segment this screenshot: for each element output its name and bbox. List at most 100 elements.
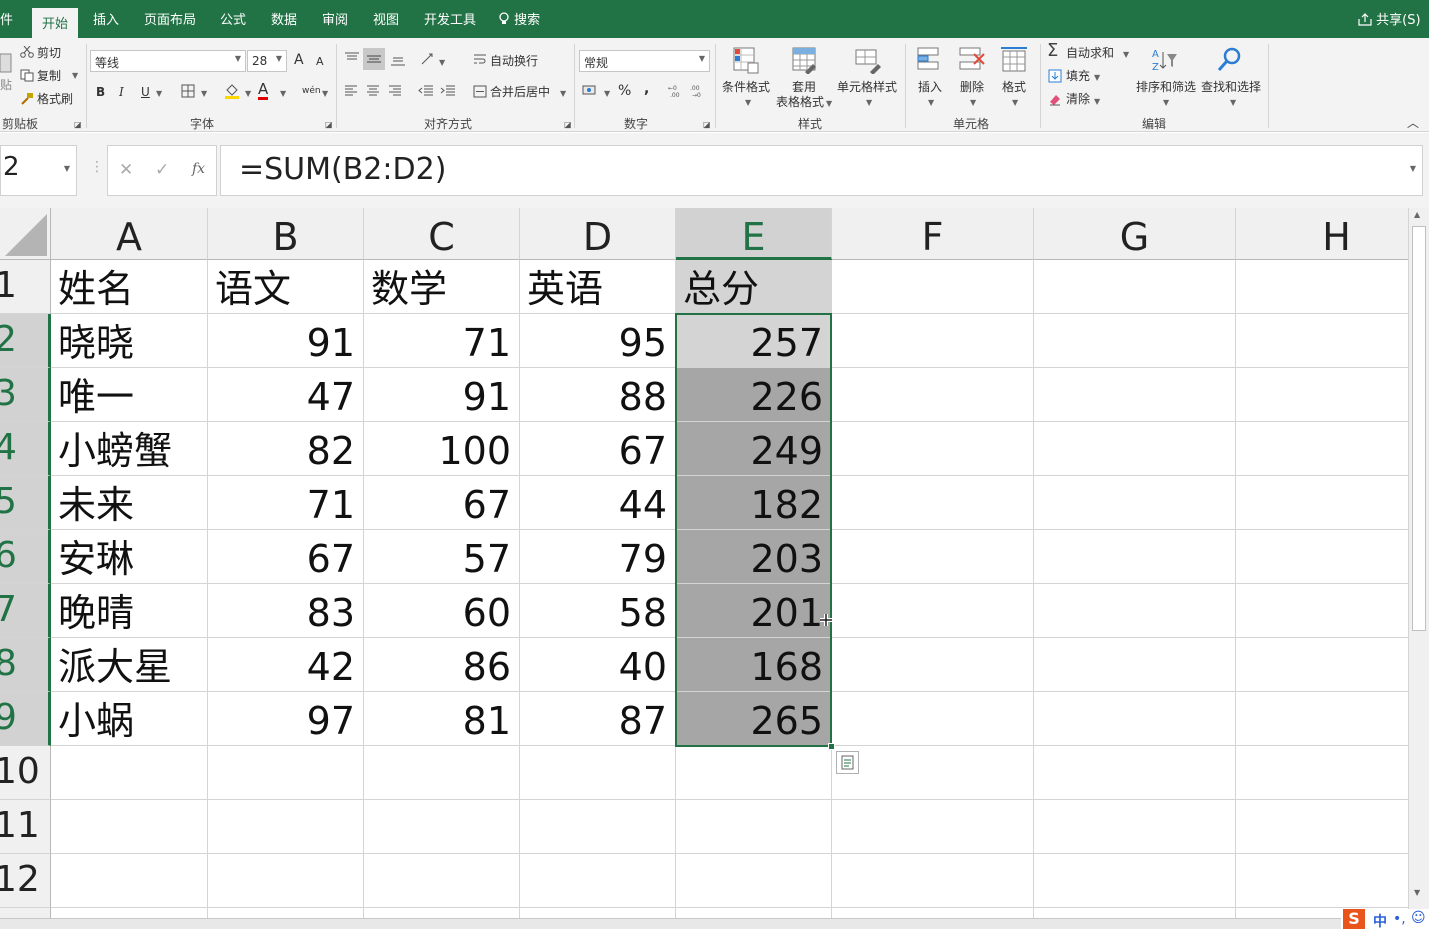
cell-math[interactable]: 60 — [364, 584, 520, 638]
expand-formula-icon[interactable]: ▼ — [1410, 164, 1416, 173]
empty-cell[interactable] — [832, 800, 1034, 854]
collapse-ribbon-icon[interactable]: ︿ — [1407, 116, 1419, 130]
row-header[interactable]: 6 — [0, 530, 51, 584]
cell-total[interactable]: 249 — [676, 422, 832, 476]
align-top-icon[interactable] — [344, 52, 360, 64]
empty-cell[interactable] — [1236, 746, 1408, 800]
align-right-icon[interactable] — [388, 85, 402, 97]
cell-name[interactable]: 晚晴 — [51, 584, 208, 638]
empty-cell[interactable] — [1034, 530, 1236, 584]
cell-chinese[interactable]: 71 — [208, 476, 364, 530]
accounting-dropdown-icon[interactable]: ▼ — [604, 87, 610, 101]
cell-chinese[interactable]: 91 — [208, 314, 364, 368]
align-middle-active[interactable] — [363, 48, 385, 70]
cell-name[interactable]: 晓晓 — [51, 314, 208, 368]
column-header[interactable]: A — [51, 208, 208, 260]
select-all-corner[interactable] — [0, 208, 51, 260]
cell-math[interactable]: 81 — [364, 692, 520, 746]
format-table-dropdown-icon[interactable]: ▼ — [826, 97, 832, 111]
tab-review[interactable]: 审阅 — [322, 9, 348, 28]
empty-cell[interactable] — [1236, 800, 1408, 854]
merge-center-button[interactable]: 合并后居中 — [490, 85, 550, 99]
italic-button[interactable]: I — [119, 85, 124, 99]
alignment-launcher-icon[interactable]: ◪ — [564, 118, 572, 132]
accounting-format-icon[interactable] — [582, 84, 598, 98]
font-color-dropdown-icon[interactable]: ▼ — [280, 87, 286, 101]
quick-analysis-button[interactable] — [836, 751, 859, 774]
row-header[interactable]: 2 — [0, 314, 51, 368]
empty-cell[interactable] — [1034, 476, 1236, 530]
empty-cell[interactable] — [832, 530, 1034, 584]
underline-button[interactable]: U — [141, 85, 150, 99]
cell-total[interactable]: 257 — [676, 314, 832, 368]
tab-insert[interactable]: 插入 — [93, 9, 119, 28]
cell-styles-dropdown-icon[interactable]: ▼ — [866, 96, 872, 110]
scroll-down-icon[interactable]: ▼ — [1414, 888, 1420, 897]
cell-total[interactable]: 265 — [676, 692, 832, 746]
empty-cell[interactable] — [208, 746, 364, 800]
cell-total[interactable]: 203 — [676, 530, 832, 584]
empty-cell[interactable] — [1034, 800, 1236, 854]
wrap-text-button[interactable]: 自动换行 — [490, 54, 538, 68]
cell-header-english[interactable]: 英语 — [520, 260, 676, 314]
tab-formulas[interactable]: 公式 — [220, 9, 246, 28]
cell-english[interactable]: 88 — [520, 368, 676, 422]
empty-cell[interactable] — [520, 854, 676, 908]
empty-cell[interactable] — [676, 800, 832, 854]
cell-math[interactable]: 67 — [364, 476, 520, 530]
row-header[interactable]: 1 — [0, 260, 51, 314]
phonetic-dropdown-icon[interactable]: ▼ — [322, 87, 328, 101]
empty-cell[interactable] — [832, 422, 1034, 476]
cell-math[interactable]: 57 — [364, 530, 520, 584]
insert-dropdown-icon[interactable]: ▼ — [928, 96, 934, 110]
cell-name[interactable]: 派大星 — [51, 638, 208, 692]
tab-data[interactable]: 数据 — [271, 9, 297, 28]
vertical-scrollbar[interactable]: ▲ ▼ — [1408, 208, 1429, 920]
font-color-button[interactable]: A — [258, 82, 269, 100]
borders-dropdown-icon[interactable]: ▼ — [201, 87, 207, 101]
decrease-decimal-icon[interactable]: .00→0 — [690, 84, 706, 98]
empty-cell[interactable] — [1236, 314, 1408, 368]
empty-cell[interactable] — [208, 800, 364, 854]
clipboard-launcher-icon[interactable]: ◪ — [74, 118, 82, 132]
fill-dropdown-icon[interactable]: ▼ — [1094, 71, 1100, 85]
tab-view[interactable]: 视图 — [373, 9, 399, 28]
increase-decimal-icon[interactable]: ←0.00 — [668, 84, 684, 98]
chevron-down-icon[interactable]: ▼ — [64, 164, 70, 173]
cell-styles-button[interactable]: 单元格样式 — [837, 80, 897, 94]
empty-cell[interactable] — [1236, 476, 1408, 530]
empty-cell[interactable] — [832, 854, 1034, 908]
empty-cell[interactable] — [1236, 422, 1408, 476]
empty-cell[interactable] — [1034, 638, 1236, 692]
row-header[interactable]: 4 — [0, 422, 51, 476]
cell-english[interactable]: 79 — [520, 530, 676, 584]
empty-cell[interactable] — [832, 476, 1034, 530]
cell-header-name[interactable]: 姓名 — [51, 260, 208, 314]
row-header[interactable]: 5 — [0, 476, 51, 530]
cell-english[interactable]: 44 — [520, 476, 676, 530]
cell-english[interactable]: 95 — [520, 314, 676, 368]
cell-name[interactable]: 安琳 — [51, 530, 208, 584]
cell-english[interactable]: 58 — [520, 584, 676, 638]
resize-handle-icon[interactable]: ⋮ — [90, 160, 104, 174]
comma-style-button[interactable]: , — [644, 82, 649, 96]
cell-math[interactable]: 100 — [364, 422, 520, 476]
cell-english[interactable]: 40 — [520, 638, 676, 692]
font-size-select[interactable]: 28 ▼ — [247, 50, 287, 72]
row-header[interactable]: 8 — [0, 638, 51, 692]
shrink-font-button[interactable]: A — [316, 55, 324, 69]
empty-cell[interactable] — [1236, 692, 1408, 746]
tell-me-search[interactable]: 搜索 — [498, 9, 540, 28]
empty-cell[interactable] — [51, 800, 208, 854]
name-box[interactable]: 2 ▼ — [0, 145, 77, 196]
ime-lang-indicator[interactable]: 中 — [1373, 911, 1387, 929]
cell-total[interactable]: 182 — [676, 476, 832, 530]
ime-punct-icon[interactable]: •, — [1393, 911, 1406, 927]
empty-cell[interactable] — [832, 746, 1034, 800]
empty-cell[interactable] — [1034, 692, 1236, 746]
find-select-button[interactable]: 查找和选择 — [1201, 80, 1261, 94]
align-left-icon[interactable] — [344, 85, 358, 97]
ime-toolbar[interactable]: S 中 •, ☺ — [1341, 909, 1429, 929]
cancel-icon[interactable]: ✕ — [119, 160, 133, 180]
format-as-table-button[interactable]: 套用 — [792, 80, 816, 94]
